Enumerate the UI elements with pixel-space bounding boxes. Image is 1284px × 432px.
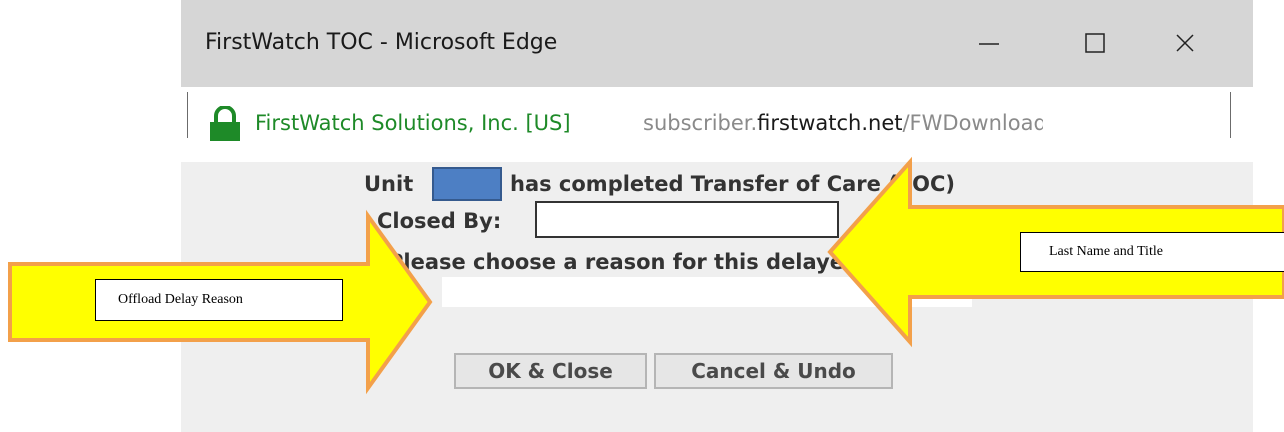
minimize-icon[interactable]	[960, 20, 1018, 66]
closed-by-callout: Last Name and Title	[1020, 232, 1284, 272]
url-prefix: subscriber.	[643, 111, 758, 135]
closed-by-input[interactable]	[535, 201, 839, 238]
title-bar: FirstWatch TOC - Microsoft Edge	[181, 0, 1253, 87]
window-title: FirstWatch TOC - Microsoft Edge	[205, 30, 558, 55]
cancel-undo-button[interactable]: Cancel & Undo	[654, 353, 893, 389]
maximize-icon[interactable]	[1066, 20, 1124, 66]
address-bar-divider	[187, 92, 188, 138]
delay-reason-callout: Offload Delay Reason	[95, 279, 343, 321]
certificate-owner[interactable]: FirstWatch Solutions, Inc. [US]	[255, 111, 571, 135]
unit-prefix: Unit	[364, 172, 414, 196]
url-host: firstwatch.net	[757, 111, 903, 135]
address-bar-divider	[1230, 92, 1231, 138]
ok-close-button[interactable]: OK & Close	[454, 353, 647, 389]
lock-icon[interactable]	[208, 105, 242, 147]
url-path: /FWDownload/FWTOC	[902, 111, 1043, 135]
url-text[interactable]: subscriber.firstwatch.net/FWDownload/FWT…	[643, 111, 1043, 135]
close-icon[interactable]	[1156, 20, 1214, 66]
unit-number-redacted	[432, 167, 502, 201]
